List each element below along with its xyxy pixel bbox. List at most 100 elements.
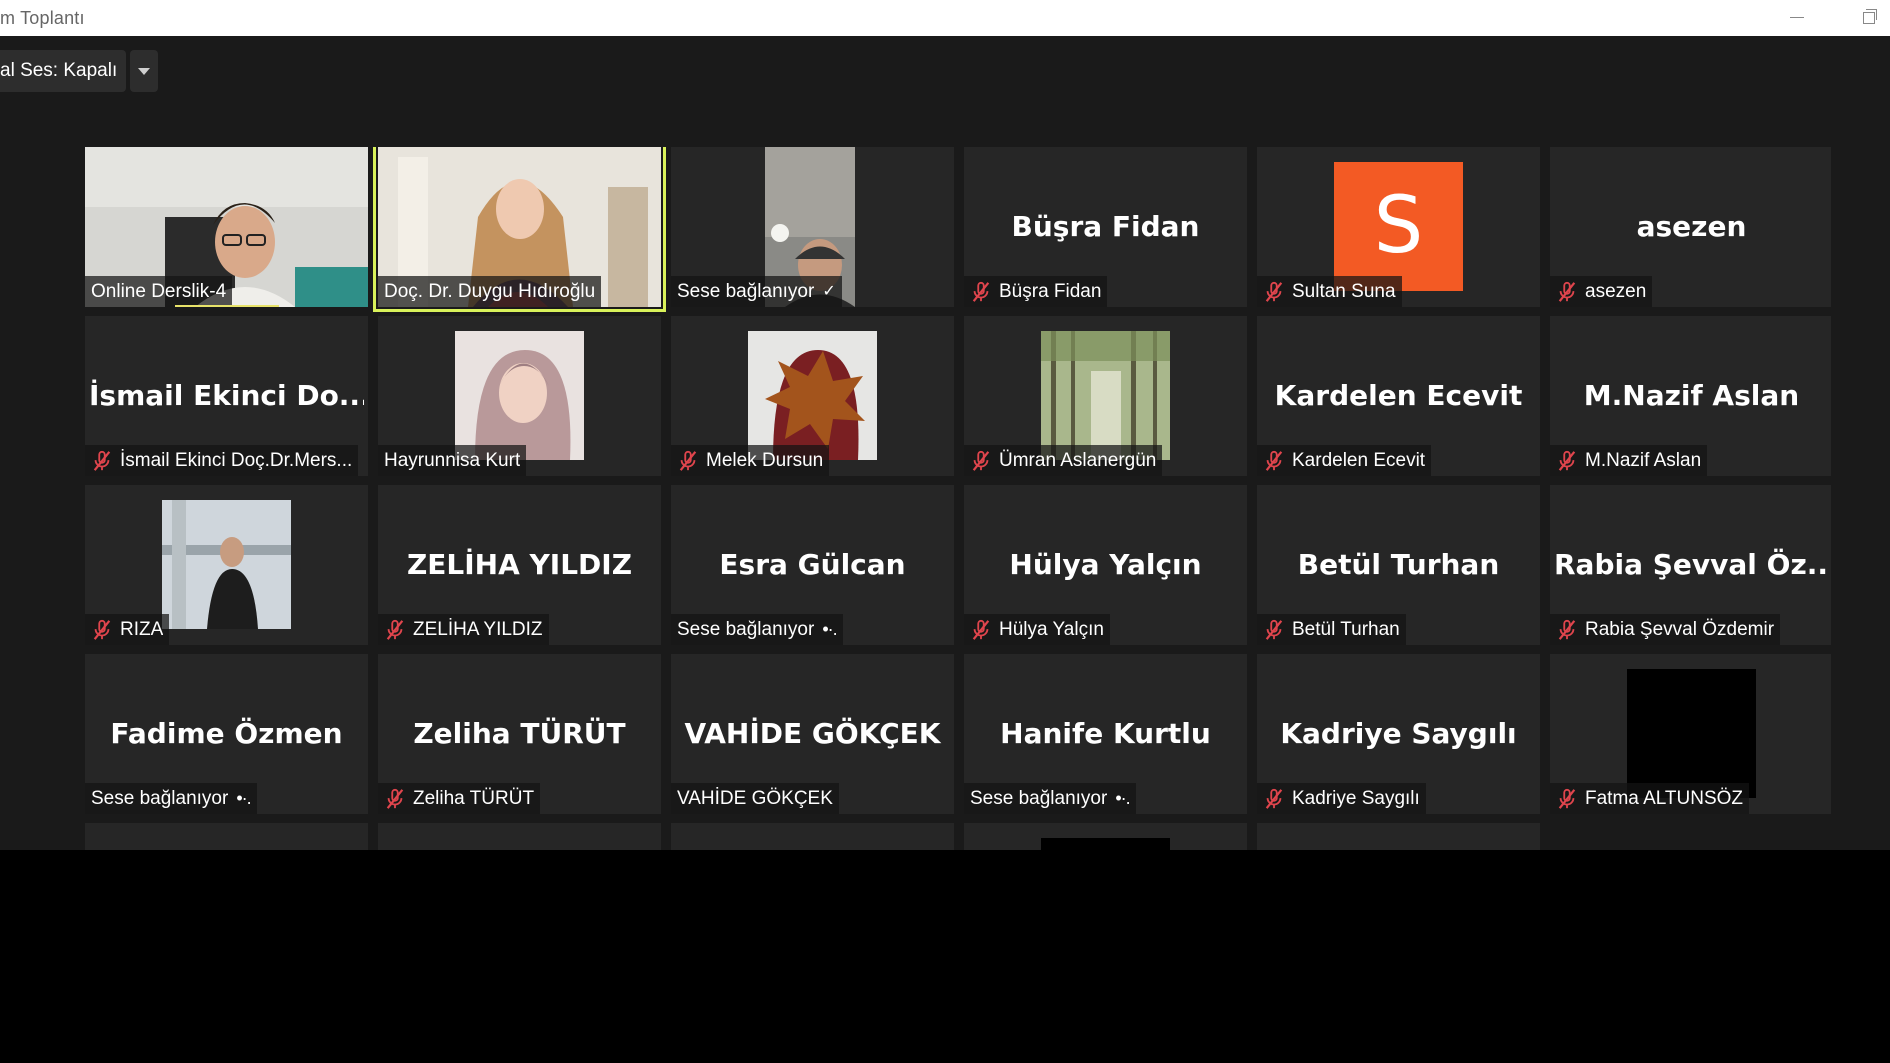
participant-name: VAHİDE GÖKÇEK bbox=[677, 788, 833, 809]
participant-name-label: Fatma ALTUNSÖZ bbox=[1550, 783, 1750, 814]
participant-name: Zeliha TÜRÜT bbox=[413, 788, 535, 809]
profile-photo bbox=[1627, 669, 1756, 798]
participant-name: Sese bağlanıyor bbox=[970, 788, 1108, 809]
minimize-button[interactable] bbox=[1784, 6, 1810, 28]
microphone-muted-icon bbox=[1265, 788, 1283, 809]
participant-name: ZELİHA YILDIZ bbox=[413, 619, 543, 640]
participant-tile[interactable]: Online Derslik-4 bbox=[85, 147, 368, 307]
participant-tile[interactable]: Melek Dursun bbox=[671, 316, 954, 476]
participant-name: Sese bağlanıyor bbox=[677, 619, 815, 640]
participant-tile[interactable]: Zeliha TÜRÜT Zeliha TÜRÜT bbox=[378, 654, 661, 814]
participant-tile[interactable]: Betül Turhan Betül Turhan bbox=[1257, 485, 1540, 645]
participant-tile[interactable] bbox=[85, 823, 368, 850]
participant-tile[interactable] bbox=[964, 823, 1247, 850]
participant-tile[interactable]: Rabia Şevval Öz... Rabia Şevval Özdemir bbox=[1550, 485, 1831, 645]
participant-tile[interactable]: Sese bağlanıyor ✓ bbox=[671, 147, 954, 307]
participant-tile[interactable]: ZELİHA YILDIZ ZELİHA YILDIZ bbox=[378, 485, 661, 645]
participant-name: RIZA bbox=[120, 619, 164, 640]
participant-name-label: Kardelen Ecevit bbox=[1257, 445, 1432, 476]
connecting-dots-icon: •·. bbox=[236, 788, 251, 808]
connecting-dots-icon: •·. bbox=[1115, 788, 1130, 808]
participant-name-label: Ümran Aslanergün bbox=[964, 445, 1163, 476]
participant-tile[interactable]: Kardelen Ecevit Kardelen Ecevit bbox=[1257, 316, 1540, 476]
participant-name-label: Melek Dursun bbox=[671, 445, 830, 476]
participant-tile[interactable]: Hülya Yalçın Hülya Yalçın bbox=[964, 485, 1247, 645]
participant-tile[interactable] bbox=[671, 823, 954, 850]
microphone-muted-icon bbox=[1265, 619, 1283, 640]
participant-tile[interactable] bbox=[378, 823, 661, 850]
profile-photo bbox=[455, 331, 584, 460]
participant-name-label: Sese bağlanıyor ✓ bbox=[671, 276, 842, 307]
participant-name: Online Derslik-4 bbox=[91, 281, 227, 302]
original-audio-button[interactable]: al Ses: Kapalı bbox=[0, 50, 126, 92]
avatar: S bbox=[1334, 162, 1463, 291]
participant-tile[interactable]: Hayrunnisa Kurt bbox=[378, 316, 661, 476]
participant-tile[interactable]: S Sultan Suna bbox=[1257, 147, 1540, 307]
participant-tile[interactable]: VAHİDE GÖKÇEK VAHİDE GÖKÇEK bbox=[671, 654, 954, 814]
participant-name-label: Zeliha TÜRÜT bbox=[378, 783, 541, 814]
participant-name: Sese bağlanıyor bbox=[91, 788, 229, 809]
participant-name-label: Doç. Dr. Duygu Hıdıroğlu bbox=[378, 276, 602, 307]
participant-gallery: Online Derslik-4 Doç. Dr. Duygu Hıdıroğlu… bbox=[85, 147, 1831, 850]
microphone-muted-icon bbox=[386, 619, 404, 640]
black-area bbox=[0, 850, 1890, 1063]
participant-tile[interactable]: Fadime Özmen Sese bağlanıyor •·. bbox=[85, 654, 368, 814]
participant-name: Ümran Aslanergün bbox=[999, 450, 1157, 471]
participant-tile[interactable]: Hanife Kurtlu Sese bağlanıyor •·. bbox=[964, 654, 1247, 814]
participant-tile[interactable]: Ümran Aslanergün bbox=[964, 316, 1247, 476]
participant-name-label: asezen bbox=[1550, 276, 1653, 307]
microphone-muted-icon bbox=[679, 450, 697, 471]
participant-tile[interactable]: Kadriye Saygılı Kadriye Saygılı bbox=[1257, 654, 1540, 814]
participant-tile[interactable]: M.Nazif Aslan M.Nazif Aslan bbox=[1550, 316, 1831, 476]
participant-name-label: Sese bağlanıyor •·. bbox=[85, 783, 257, 814]
participant-name: Sese bağlanıyor bbox=[677, 281, 815, 302]
participant-tile[interactable] bbox=[1257, 823, 1540, 850]
title-bar: m Toplantı bbox=[0, 0, 1890, 37]
microphone-muted-icon bbox=[1558, 619, 1576, 640]
participant-name-label: Hayrunnisa Kurt bbox=[378, 445, 527, 476]
participant-name-label: VAHİDE GÖKÇEK bbox=[671, 783, 839, 814]
check-icon: ✓ bbox=[822, 283, 836, 300]
microphone-muted-icon bbox=[1265, 450, 1283, 471]
microphone-muted-icon bbox=[1558, 788, 1576, 809]
participant-name-label: Online Derslik-4 bbox=[85, 276, 233, 307]
participant-name-label: Sese bağlanıyor •·. bbox=[964, 783, 1136, 814]
participant-name: Büşra Fidan bbox=[999, 281, 1102, 302]
microphone-muted-icon bbox=[1265, 281, 1283, 302]
participant-name-label: M.Nazif Aslan bbox=[1550, 445, 1708, 476]
microphone-muted-icon bbox=[93, 450, 111, 471]
participant-name-label: Hülya Yalçın bbox=[964, 614, 1110, 645]
restore-button[interactable] bbox=[1856, 6, 1882, 28]
microphone-muted-icon bbox=[386, 788, 404, 809]
audio-level-bar bbox=[175, 305, 279, 307]
participant-name: asezen bbox=[1585, 281, 1647, 302]
participant-name: Doç. Dr. Duygu Hıdıroğlu bbox=[384, 281, 596, 302]
window-title: m Toplantı bbox=[0, 8, 85, 28]
participant-name-label: Rabia Şevval Özdemir bbox=[1550, 614, 1781, 645]
participant-tile[interactable]: Esra Gülcan Sese bağlanıyor •·. bbox=[671, 485, 954, 645]
participant-tile[interactable]: Doç. Dr. Duygu Hıdıroğlu bbox=[373, 147, 666, 312]
participant-tile[interactable]: Fatma ALTUNSÖZ bbox=[1550, 654, 1831, 814]
profile-photo bbox=[748, 331, 877, 460]
microphone-muted-icon bbox=[972, 281, 990, 302]
participant-tile[interactable]: İsmail Ekinci Do... İsmail Ekinci Doç.Dr.… bbox=[85, 316, 368, 476]
participant-name: Sultan Suna bbox=[1292, 281, 1396, 302]
participant-name: Kardelen Ecevit bbox=[1292, 450, 1426, 471]
participant-name: Fatma ALTUNSÖZ bbox=[1585, 788, 1744, 809]
participant-name-label: Kadriye Saygılı bbox=[1257, 783, 1426, 814]
participant-tile[interactable]: RIZA bbox=[85, 485, 368, 645]
participant-name: Melek Dursun bbox=[706, 450, 824, 471]
participant-name-label: ZELİHA YILDIZ bbox=[378, 614, 549, 645]
audio-dropdown-button[interactable] bbox=[130, 50, 158, 92]
participant-tile[interactable]: Büşra Fidan Büşra Fidan bbox=[964, 147, 1247, 307]
connecting-dots-icon: •·. bbox=[822, 619, 837, 639]
participant-name: Hayrunnisa Kurt bbox=[384, 450, 521, 471]
participant-name: Rabia Şevval Özdemir bbox=[1585, 619, 1775, 640]
microphone-muted-icon bbox=[93, 619, 111, 640]
participant-name: Kadriye Saygılı bbox=[1292, 788, 1420, 809]
profile-photo bbox=[1041, 838, 1170, 850]
participant-tile[interactable]: asezen asezen bbox=[1550, 147, 1831, 307]
participant-name: İsmail Ekinci Doç.Dr.Mers... bbox=[120, 450, 353, 471]
microphone-muted-icon bbox=[1558, 450, 1576, 471]
microphone-muted-icon bbox=[972, 619, 990, 640]
